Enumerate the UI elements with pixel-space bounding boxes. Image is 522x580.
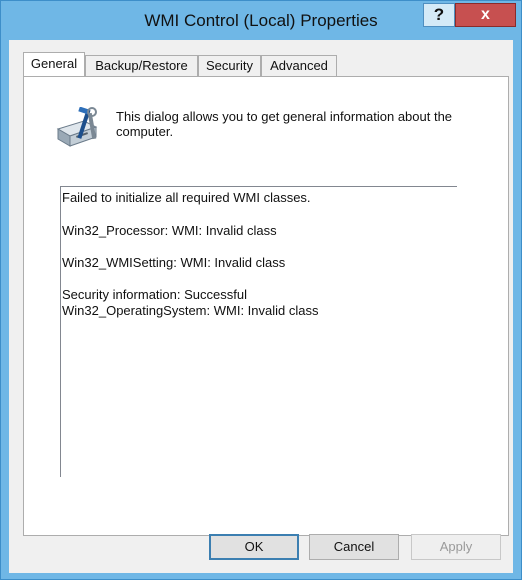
- status-line: Win32_WMISetting: WMI: Invalid class: [62, 255, 286, 270]
- tab-advanced[interactable]: Advanced: [261, 55, 337, 76]
- cancel-button[interactable]: Cancel: [309, 534, 399, 560]
- status-line: Security information: Successful: [62, 287, 247, 302]
- status-line: Win32_Processor: WMI: Invalid class: [62, 223, 277, 238]
- dialog-client-area: General Backup/Restore Security Advanced…: [9, 40, 513, 573]
- title-bar[interactable]: WMI Control (Local) Properties ? x: [1, 1, 521, 41]
- apply-button[interactable]: Apply: [411, 534, 501, 560]
- computer-tools-icon: [54, 106, 100, 151]
- dialog-window: WMI Control (Local) Properties ? x Gener…: [0, 0, 522, 580]
- status-line: Win32_OperatingSystem: WMI: Invalid clas…: [62, 303, 319, 318]
- ok-button[interactable]: OK: [209, 534, 299, 560]
- general-tab-panel: This dialog allows you to get general in…: [23, 76, 509, 536]
- tab-general[interactable]: General: [23, 52, 85, 76]
- status-text-box[interactable]: Failed to initialize all required WMI cl…: [60, 186, 457, 477]
- intro-text: This dialog allows you to get general in…: [116, 109, 453, 139]
- close-button[interactable]: x: [455, 3, 516, 27]
- tab-backup-restore[interactable]: Backup/Restore: [85, 55, 198, 76]
- status-line: Failed to initialize all required WMI cl…: [62, 190, 311, 205]
- tab-security[interactable]: Security: [198, 55, 261, 76]
- help-button[interactable]: ?: [423, 3, 455, 27]
